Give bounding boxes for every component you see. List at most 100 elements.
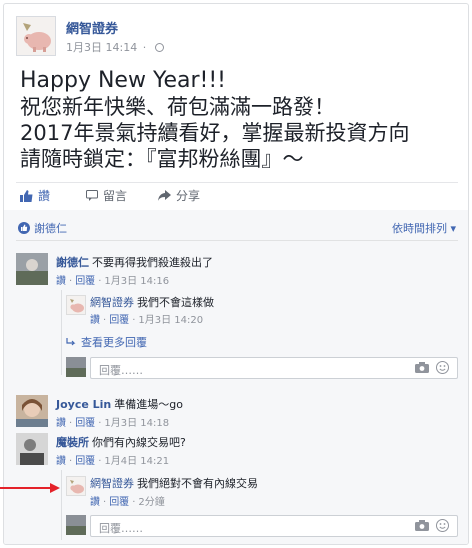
comment-body: Joyce Lin 準備進場～go <box>56 398 183 412</box>
reply-time[interactable]: 2分鐘 <box>138 497 164 508</box>
commenter-avatar[interactable] <box>16 253 48 285</box>
commenter-avatar[interactable] <box>16 395 48 427</box>
dot-sep: · <box>69 418 73 429</box>
reply-body: 網智證券 我們不會這樣做 <box>90 296 214 310</box>
avatar-image <box>66 357 86 377</box>
like-label: 讚 <box>38 189 51 203</box>
dot-sep: · <box>69 456 73 467</box>
avatar-image <box>66 515 86 535</box>
comment-text: 準備進場～go <box>114 398 183 411</box>
reply-reply-link[interactable]: 回覆 <box>109 497 129 508</box>
emoji-icon[interactable] <box>436 519 449 532</box>
dot-sep: · <box>69 276 73 287</box>
comment-reply-link[interactable]: 回覆 <box>75 456 95 467</box>
reply-arrow-icon <box>66 337 76 345</box>
comment-icon <box>86 190 98 201</box>
post-meta: 1月3日 14:14 · <box>66 39 164 55</box>
comment-meta: 讚 · 回覆 · 1月4日 14:21 <box>56 452 169 467</box>
avatar-image <box>16 395 48 427</box>
dot-sep: · <box>98 276 102 287</box>
share-icon <box>158 190 171 201</box>
post-line: Happy New Year!!! <box>20 68 226 93</box>
dot-sep: · <box>132 315 136 326</box>
reply-placeholder: 回覆…… <box>99 522 143 535</box>
like-icon <box>20 189 33 202</box>
reply-time[interactable]: 1月3日 14:20 <box>138 315 203 326</box>
globe-icon <box>154 43 164 52</box>
sort-dropdown[interactable]: 依時間排列 ▾ <box>392 220 456 236</box>
reply-avatar[interactable] <box>66 295 86 315</box>
post-actions: 讚 留言 分享 <box>20 187 460 209</box>
avatar-image <box>16 433 48 465</box>
emoji-icon[interactable] <box>436 361 449 374</box>
comment-time[interactable]: 1月3日 14:16 <box>104 276 169 287</box>
post-card: 網智證券 1月3日 14:14 · Happy New Year!!! 祝您新年… <box>3 3 469 545</box>
reply-meta: 讚 · 回覆 · 2分鐘 <box>90 493 165 508</box>
reply-placeholder: 回覆…… <box>99 364 143 377</box>
divider <box>16 240 458 241</box>
reply-author[interactable]: 網智證券 <box>90 296 134 309</box>
post-body: Happy New Year!!! 祝您新年快樂、荷包滿滿一路發！ 2017年景… <box>20 68 460 172</box>
page-name[interactable]: 網智證券 <box>66 18 118 37</box>
camera-icon[interactable] <box>415 362 429 373</box>
comment-reply-link[interactable]: 回覆 <box>75 418 95 429</box>
dot-sep: · <box>98 456 102 467</box>
view-more-replies[interactable]: 查看更多回覆 <box>66 334 147 350</box>
divider <box>16 182 458 183</box>
reply-body: 網智證券 我們絕對不會有內線交易 <box>90 477 258 491</box>
share-button[interactable]: 分享 <box>158 187 200 204</box>
current-user-avatar <box>66 357 86 377</box>
avatar-image <box>16 253 48 285</box>
likes-summary[interactable]: 謝德仁 <box>18 220 67 236</box>
dot-sep: · <box>103 497 107 508</box>
comment-body: 魔裝所 你們有內線交易吧? <box>56 436 186 450</box>
like-button[interactable]: 讚 <box>20 187 50 204</box>
comment-author[interactable]: 魔裝所 <box>56 436 89 449</box>
reply-meta: 讚 · 回覆 · 1月3日 14:20 <box>90 311 203 326</box>
comment-time[interactable]: 1月4日 14:21 <box>104 456 169 467</box>
post-line: 請隨時鎖定：『富邦粉絲團』～ <box>20 147 304 171</box>
likes-name: 謝德仁 <box>34 222 67 235</box>
post-line: 2017年景氣持續看好，掌握最新投資方向 <box>20 121 410 145</box>
reply-like-link[interactable]: 讚 <box>90 497 100 508</box>
comment-like-link[interactable]: 讚 <box>56 276 66 287</box>
comment-reply-link[interactable]: 回覆 <box>75 276 95 287</box>
comment-meta: 讚 · 回覆 · 1月3日 14:18 <box>56 414 169 429</box>
comment-text: 不要再得我們殺進殺出了 <box>92 256 213 269</box>
comment-author[interactable]: Joyce Lin <box>56 398 111 411</box>
comment-body: 謝德仁 不要再得我們殺進殺出了 <box>56 256 213 270</box>
like-badge-icon <box>18 222 30 234</box>
comment-author[interactable]: 謝德仁 <box>56 256 89 269</box>
commenter-avatar[interactable] <box>16 433 48 465</box>
current-user-avatar <box>66 515 86 535</box>
comment-like-link[interactable]: 讚 <box>56 456 66 467</box>
piggy-bank-logo <box>23 23 51 52</box>
dot-sep: · <box>103 315 107 326</box>
reply-input[interactable]: 回覆…… <box>90 357 458 379</box>
red-arrow-indicator <box>0 483 60 493</box>
reply-thread-line <box>61 290 62 375</box>
piggy-bank-logo <box>70 299 84 313</box>
comment-text: 你們有內線交易吧? <box>92 436 186 449</box>
dot-sep: · <box>98 418 102 429</box>
comment-button[interactable]: 留言 <box>86 187 127 204</box>
comment-like-link[interactable]: 讚 <box>56 418 66 429</box>
piggy-bank-logo <box>70 480 84 494</box>
post-timestamp[interactable]: 1月3日 14:14 <box>66 41 137 54</box>
comment-time[interactable]: 1月3日 14:18 <box>104 418 169 429</box>
reply-text: 我們不會這樣做 <box>137 296 214 309</box>
reply-reply-link[interactable]: 回覆 <box>109 315 129 326</box>
page-avatar[interactable] <box>16 16 56 56</box>
comment-meta: 讚 · 回覆 · 1月3日 14:16 <box>56 272 169 287</box>
comment-label: 留言 <box>103 189 128 203</box>
camera-icon[interactable] <box>415 520 429 531</box>
reply-avatar[interactable] <box>66 476 86 496</box>
reply-thread-line <box>61 470 62 540</box>
reply-text: 我們絕對不會有內線交易 <box>137 477 258 490</box>
meta-separator: · <box>142 41 147 54</box>
dot-sep: · <box>132 497 136 508</box>
reply-author[interactable]: 網智證券 <box>90 477 134 490</box>
more-replies-label: 查看更多回覆 <box>81 336 147 349</box>
reply-like-link[interactable]: 讚 <box>90 315 100 326</box>
reply-input[interactable]: 回覆…… <box>90 515 458 537</box>
